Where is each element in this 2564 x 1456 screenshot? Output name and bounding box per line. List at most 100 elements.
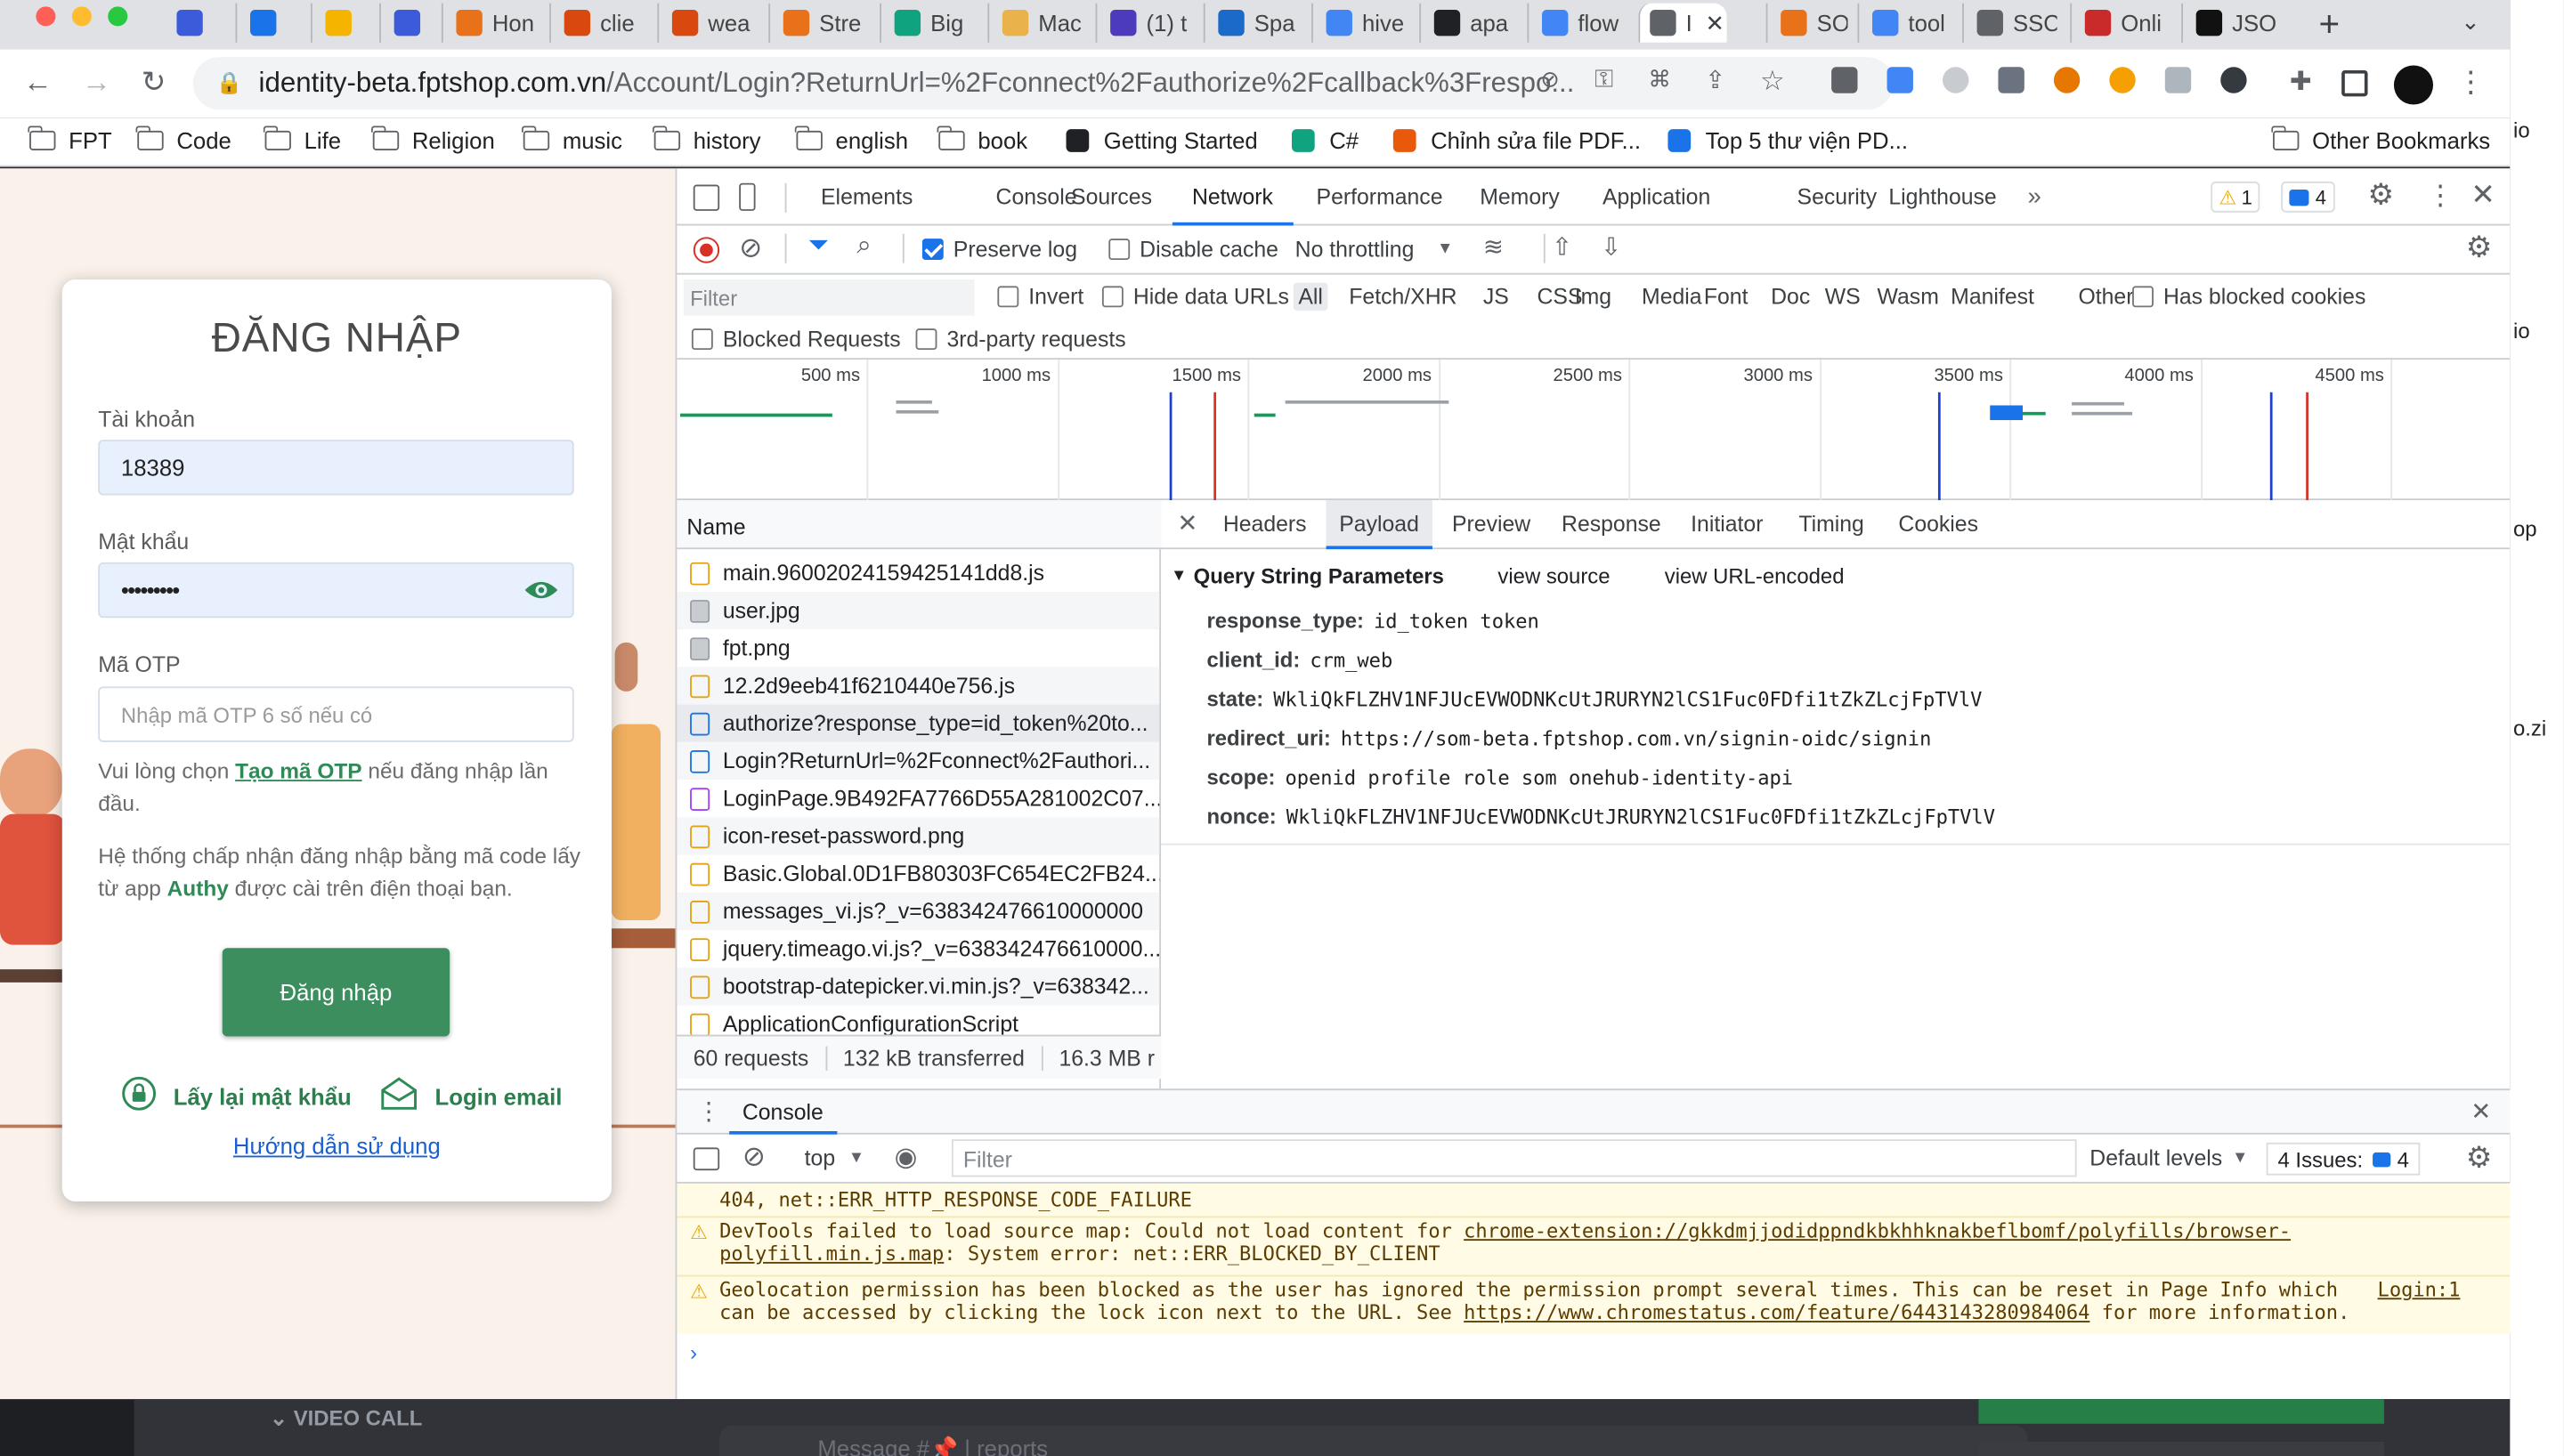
login-email-link[interactable]: Login email bbox=[379, 1076, 562, 1117]
browser-tab[interactable]: hive bbox=[1311, 3, 1409, 43]
filter-type-manifest[interactable]: Manifest bbox=[1951, 285, 2034, 310]
zoom-window-button[interactable] bbox=[108, 6, 128, 27]
filter-type-other[interactable]: Other bbox=[2078, 285, 2133, 310]
devtools-tab-memory[interactable]: Memory bbox=[1480, 185, 1560, 210]
devtools-tab-application[interactable]: Application bbox=[1602, 185, 1710, 210]
request-row[interactable]: jquery.timeago.vi.js?_v=638342476610000.… bbox=[677, 930, 1159, 967]
invert-checkbox[interactable]: Invert bbox=[997, 285, 1083, 309]
location-blocked-icon[interactable]: ⊘ bbox=[1532, 65, 1568, 93]
compass-extension-icon[interactable] bbox=[1942, 67, 1969, 93]
throttling-select[interactable]: No throttling ▼ bbox=[1295, 237, 1454, 262]
name-column-header[interactable]: Name bbox=[677, 500, 1162, 550]
close-devtools-icon[interactable]: ✕ bbox=[2471, 178, 2495, 213]
key-icon[interactable]: ⚿ bbox=[1586, 65, 1622, 93]
browser-tab[interactable] bbox=[379, 3, 428, 43]
back-icon[interactable]: ← bbox=[20, 65, 55, 100]
lock-icon[interactable]: 🔒 bbox=[215, 70, 242, 96]
log-levels-select[interactable]: Default levels ▼ bbox=[2089, 1146, 2248, 1171]
qr-extension-icon[interactable] bbox=[1831, 67, 1858, 93]
share-icon[interactable]: ⇪ bbox=[1697, 65, 1732, 94]
browser-tab[interactable] bbox=[235, 3, 297, 43]
tab-search-chevron-icon[interactable]: ⌄ bbox=[2461, 8, 2480, 36]
request-row[interactable]: icon-reset-password.png bbox=[677, 817, 1160, 855]
import-har-icon[interactable]: ⇧ bbox=[1552, 232, 1572, 262]
browser-tab[interactable]: flow bbox=[1527, 3, 1625, 43]
console-sidebar-icon[interactable] bbox=[693, 1147, 720, 1171]
console-filter-input[interactable]: Filter bbox=[951, 1139, 2077, 1177]
message-source-link[interactable]: Login:1 bbox=[2378, 1278, 2461, 1301]
github-extension-icon[interactable] bbox=[2220, 67, 2247, 93]
chromestatus-link[interactable]: https://www.chromestatus.com/feature/644… bbox=[1464, 1301, 2089, 1324]
request-row[interactable]: LoginPage.9B492FA7766D55A281002C07... bbox=[677, 780, 1159, 817]
request-row[interactable]: user.jpg bbox=[677, 591, 1160, 630]
more-tabs-icon[interactable]: » bbox=[2028, 183, 2041, 211]
bookmark-folder[interactable]: Life bbox=[264, 125, 341, 154]
detail-tab-preview[interactable]: Preview bbox=[1452, 512, 1530, 537]
minimize-window-button[interactable] bbox=[71, 6, 92, 27]
detail-tab-initiator[interactable]: Initiator bbox=[1691, 512, 1763, 537]
console-issues-button[interactable]: 4 Issues: 4 bbox=[2266, 1142, 2421, 1176]
bookmark-folder[interactable]: music bbox=[522, 125, 622, 154]
device-toolbar-icon[interactable] bbox=[739, 182, 756, 211]
filter-type-all[interactable]: All bbox=[1293, 282, 1328, 311]
browser-tab[interactable] bbox=[176, 4, 225, 43]
search-icon[interactable]: ⌕ bbox=[856, 232, 871, 262]
close-tab-icon[interactable]: ✕ bbox=[1705, 9, 1724, 36]
reset-password-link[interactable]: Lấy lại mật khẩu bbox=[121, 1076, 352, 1117]
side-panel-icon[interactable] bbox=[2341, 69, 2368, 97]
browser-tab[interactable]: SON bbox=[1765, 3, 1847, 43]
browser-tab[interactable] bbox=[310, 3, 366, 43]
filter-type-media[interactable]: Media bbox=[1642, 285, 1702, 310]
browser-tab[interactable]: wea bbox=[657, 3, 755, 43]
request-row[interactable]: authorize?response_type=id_token%20to... bbox=[677, 704, 1160, 742]
translate-extension-icon[interactable] bbox=[1886, 67, 1913, 93]
filter-type-wasm[interactable]: Wasm bbox=[1878, 285, 1939, 310]
filter-type-fetch-xhr[interactable]: Fetch/XHR bbox=[1349, 285, 1456, 310]
video-call-section[interactable]: ⌄ VIDEO CALL bbox=[270, 1406, 422, 1432]
request-row[interactable]: Basic.Global.0D1FB80303FC654EC2FB24... bbox=[677, 855, 1159, 893]
filter-type-ws[interactable]: WS bbox=[1825, 285, 1861, 310]
filter-type-js[interactable]: JS bbox=[1483, 285, 1509, 310]
third-party-checkbox[interactable]: 3rd-party requests bbox=[915, 327, 1126, 352]
password-input[interactable]: ••••••••• bbox=[98, 562, 574, 619]
bookmark-folder[interactable]: history bbox=[653, 125, 760, 154]
disable-cache-checkbox[interactable]: Disable cache bbox=[1108, 237, 1278, 262]
bookmark-link[interactable]: C# bbox=[1291, 127, 1359, 154]
detail-tab-response[interactable]: Response bbox=[1562, 512, 1661, 537]
network-settings-gear-icon[interactable]: ⚙ bbox=[2466, 231, 2493, 265]
view-url-encoded-link[interactable]: view URL-encoded bbox=[1665, 564, 1845, 589]
bookmark-folder[interactable]: Code bbox=[136, 125, 231, 154]
browser-tab[interactable]: clie bbox=[549, 3, 645, 43]
devtools-tab-lighthouse[interactable]: Lighthouse bbox=[1888, 185, 1996, 210]
filter-type-doc[interactable]: Doc bbox=[1771, 285, 1810, 310]
network-overview[interactable]: 500 ms 1000 ms 1500 ms 2000 ms 2500 ms 3000 m… bbox=[677, 360, 2512, 501]
settings-gear-icon[interactable]: ⚙ bbox=[2368, 178, 2395, 213]
request-row[interactable]: fpt.png bbox=[677, 629, 1159, 667]
browser-tab[interactable]: Onli bbox=[2070, 3, 2168, 43]
bookmark-link[interactable]: Getting Started bbox=[1066, 127, 1258, 154]
browser-tab[interactable]: Stre bbox=[768, 3, 866, 43]
devtools-tab-elements[interactable]: Elements bbox=[821, 185, 913, 210]
devtools-tab-sources[interactable]: Sources bbox=[1071, 185, 1152, 210]
context-select[interactable]: top ▼ bbox=[805, 1146, 864, 1171]
browser-tab[interactable]: (1) t bbox=[1095, 3, 1194, 43]
console-prompt-icon[interactable]: › bbox=[690, 1340, 697, 1365]
bookmark-star-icon[interactable]: ☆ bbox=[1755, 65, 1790, 98]
detail-tab-cookies[interactable]: Cookies bbox=[1898, 512, 1978, 537]
drawer-menu-icon[interactable]: ⋮ bbox=[696, 1096, 721, 1126]
live-expression-eye-icon[interactable]: ◉ bbox=[895, 1141, 918, 1174]
browser-tab[interactable]: Mac bbox=[987, 3, 1085, 43]
bookmark-folder[interactable]: english bbox=[795, 125, 908, 154]
user-guide-link[interactable]: Hướng dẫn sử dụng bbox=[62, 1133, 612, 1159]
drawer-console-tab[interactable]: Console bbox=[729, 1090, 837, 1135]
menu-kebab-icon[interactable]: ⋮ bbox=[2453, 65, 2488, 100]
hide-data-urls-checkbox[interactable]: Hide data URLs bbox=[1101, 285, 1289, 309]
filter-type-font[interactable]: Font bbox=[1704, 285, 1749, 310]
inspect-element-icon[interactable] bbox=[693, 184, 720, 211]
detail-tab-payload[interactable]: Payload bbox=[1326, 500, 1432, 550]
background-green-button[interactable] bbox=[1978, 1399, 2384, 1424]
view-source-link[interactable]: view source bbox=[1497, 564, 1610, 589]
request-row[interactable]: 12.2d9eeb41f6210440e756.js bbox=[677, 667, 1160, 705]
other-bookmarks[interactable]: Other Bookmarks bbox=[2271, 125, 2490, 154]
devtools-tab-network[interactable]: Network bbox=[1172, 185, 1293, 226]
